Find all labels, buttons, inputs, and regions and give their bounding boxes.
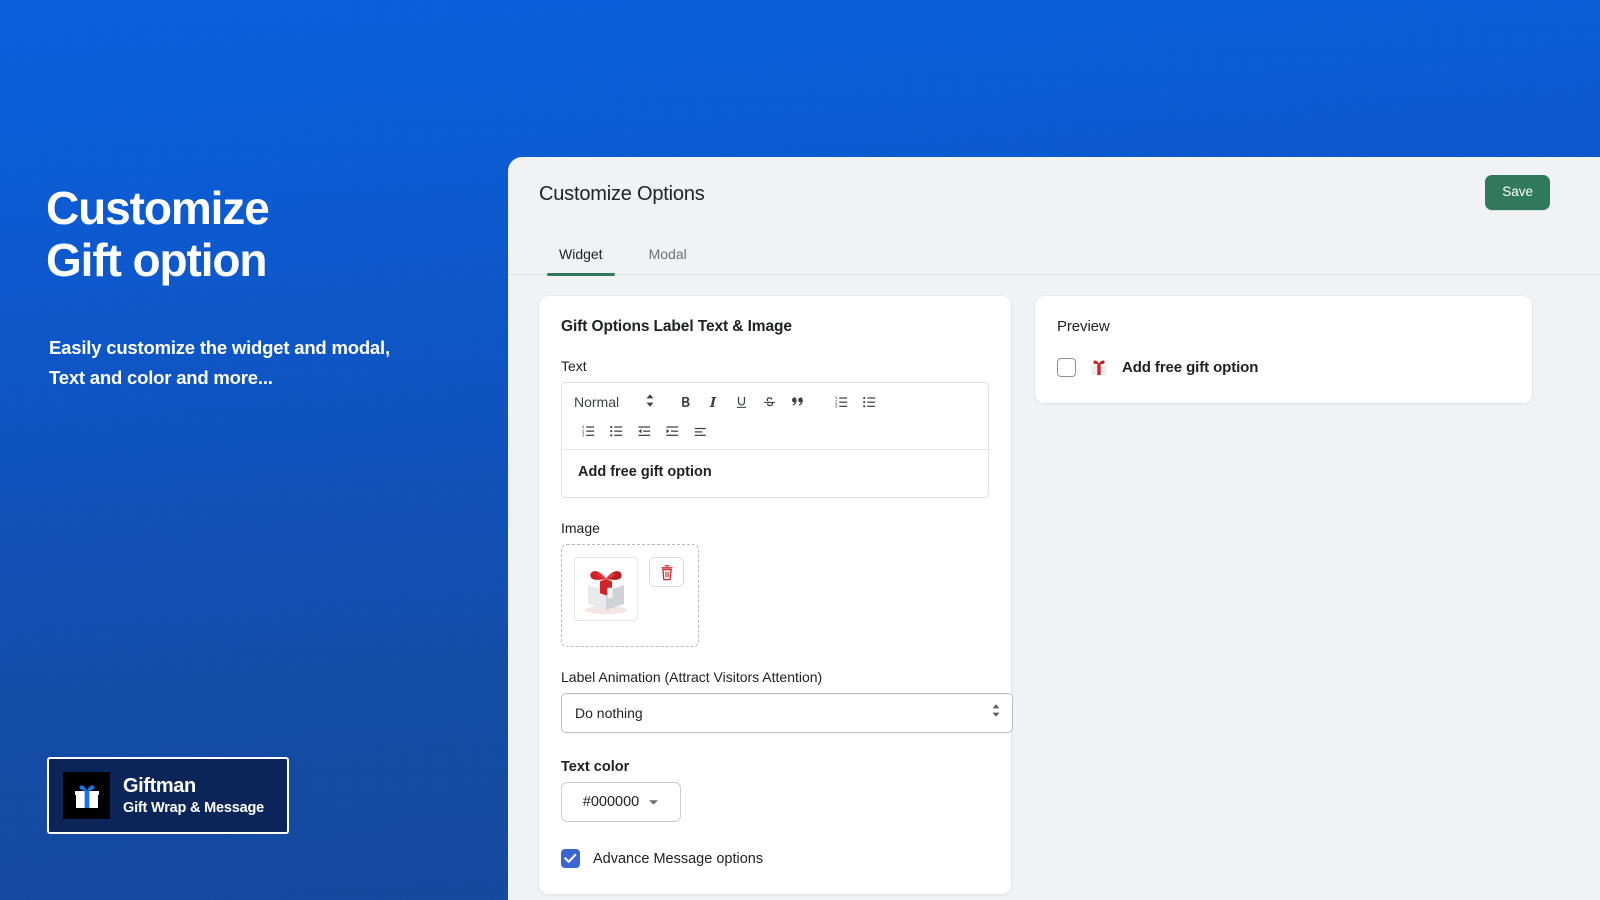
page-title: Customize Options bbox=[539, 183, 705, 205]
hero-subtitle: Easily customize the widget and modal, T… bbox=[49, 333, 516, 393]
outdent-icon[interactable] bbox=[630, 420, 658, 442]
panel-content: Gift Options Label Text & Image Text Nor… bbox=[508, 275, 1600, 894]
align-left-icon[interactable] bbox=[686, 420, 714, 442]
advance-message-options-row[interactable]: Advance Message options bbox=[561, 849, 989, 868]
updown-caret-icon bbox=[645, 393, 655, 411]
gift-box-red-ribbon-icon[interactable] bbox=[574, 557, 638, 621]
settings-column: Gift Options Label Text & Image Text Nor… bbox=[539, 296, 1013, 894]
advance-message-options-checkbox[interactable] bbox=[561, 849, 580, 868]
hero-title-line1: Customize bbox=[46, 182, 270, 234]
underline-icon[interactable] bbox=[727, 391, 755, 413]
tab-bar: Widget Modal bbox=[508, 236, 1600, 276]
preview-title: Preview bbox=[1057, 318, 1110, 335]
bold-icon[interactable] bbox=[671, 391, 699, 413]
ordered-list-icon[interactable]: 1 2 3 bbox=[574, 420, 602, 442]
strikethrough-icon[interactable] bbox=[755, 391, 783, 413]
gift-options-card: Gift Options Label Text & Image Text Nor… bbox=[539, 296, 1013, 894]
bullet-list-icon[interactable] bbox=[855, 391, 883, 413]
text-field-label: Text bbox=[561, 358, 587, 374]
hero-subtitle-line2: Text and color and more... bbox=[49, 367, 273, 388]
preview-column: Preview Add free gift option bbox=[1035, 296, 1532, 403]
gift-emoji-icon bbox=[1089, 357, 1109, 377]
editor-content[interactable]: Add free gift option bbox=[562, 450, 988, 497]
hero-section: Customize Gift option Easily customize t… bbox=[46, 182, 516, 393]
text-color-button[interactable]: #000000 bbox=[561, 782, 681, 822]
brand-tagline: Gift Wrap & Message bbox=[123, 799, 264, 816]
preview-gift-option-label: Add free gift option bbox=[1122, 358, 1259, 376]
label-animation-label: Label Animation (Attract Visitors Attent… bbox=[561, 669, 823, 685]
panel-header: Customize Options Save bbox=[508, 157, 1600, 210]
editor-toolbar-row1-group: 1 2 3 bbox=[671, 391, 883, 413]
preview-gift-option-row[interactable]: Add free gift option bbox=[1057, 357, 1510, 377]
hero-title: Customize Gift option bbox=[46, 182, 516, 286]
advance-message-options-label: Advance Message options bbox=[593, 850, 764, 867]
app-panel: Customize Options Save Widget Modal Gift… bbox=[508, 157, 1600, 900]
bullet-list-icon[interactable] bbox=[602, 420, 630, 442]
chevron-down-icon bbox=[648, 794, 659, 810]
blockquote-icon[interactable] bbox=[783, 391, 811, 413]
label-animation-select-wrap: Do nothing bbox=[561, 693, 1013, 733]
brand-card: Giftman Gift Wrap & Message bbox=[47, 757, 289, 834]
tab-widget[interactable]: Widget bbox=[539, 236, 623, 276]
svg-text:3: 3 bbox=[835, 403, 838, 408]
hero-title-line2: Gift option bbox=[46, 234, 267, 286]
trash-icon[interactable] bbox=[649, 557, 684, 587]
rich-text-editor: Normal 1 2 3 1 2 3 Add free gift option bbox=[561, 382, 989, 498]
ordered-list-icon[interactable]: 1 2 3 bbox=[827, 391, 855, 413]
format-select-value: Normal bbox=[574, 394, 620, 410]
preview-gift-option-checkbox[interactable] bbox=[1057, 357, 1076, 377]
preview-card: Preview Add free gift option bbox=[1035, 296, 1532, 403]
gift-box-icon bbox=[63, 772, 110, 819]
image-dropzone[interactable] bbox=[561, 544, 699, 647]
text-color-value: #000000 bbox=[582, 794, 640, 810]
format-select[interactable]: Normal bbox=[574, 393, 671, 411]
hero-subtitle-line1: Easily customize the widget and modal, bbox=[49, 337, 390, 358]
text-color-label: Text color bbox=[561, 759, 630, 775]
settings-card-title: Gift Options Label Text & Image bbox=[561, 318, 792, 335]
editor-toolbar-row2-group: 1 2 3 bbox=[574, 420, 976, 442]
italic-icon[interactable] bbox=[699, 391, 727, 413]
save-button[interactable]: Save bbox=[1485, 175, 1550, 210]
indent-icon[interactable] bbox=[658, 420, 686, 442]
svg-text:3: 3 bbox=[581, 432, 584, 437]
tab-modal[interactable]: Modal bbox=[629, 236, 707, 274]
brand-text: Giftman Gift Wrap & Message bbox=[123, 774, 264, 818]
editor-toolbar: Normal 1 2 3 1 2 3 bbox=[562, 383, 988, 450]
label-animation-select[interactable]: Do nothing bbox=[561, 693, 1013, 733]
image-field-label: Image bbox=[561, 520, 600, 536]
brand-name: Giftman bbox=[123, 774, 196, 797]
